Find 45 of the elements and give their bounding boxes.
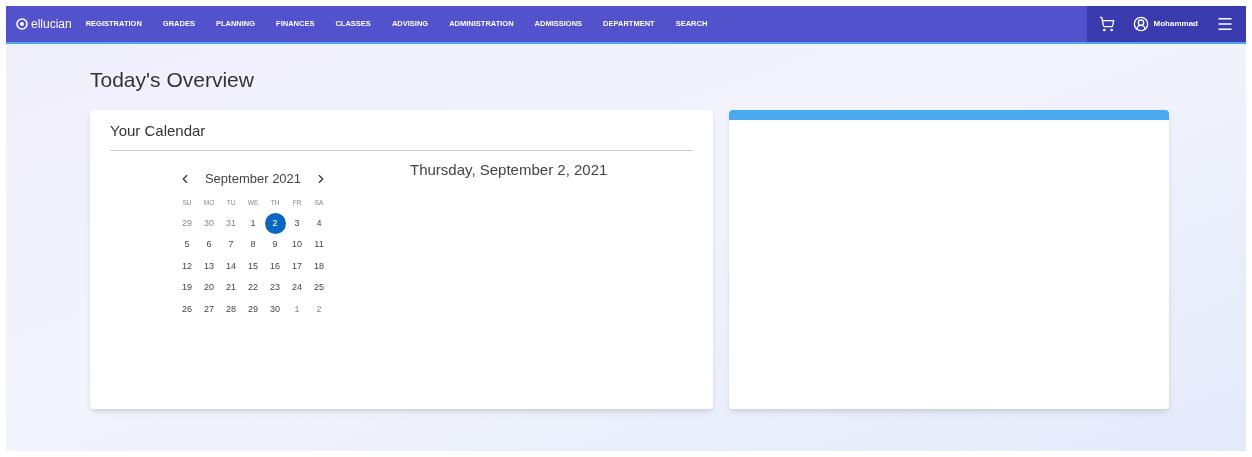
calendar-day[interactable]: 29 xyxy=(242,298,264,320)
calendar-day[interactable]: 30 xyxy=(198,212,220,234)
calendar-day[interactable]: 21 xyxy=(220,277,242,299)
calendar-day[interactable]: 13 xyxy=(198,255,220,277)
calendar-day[interactable]: 28 xyxy=(220,298,242,320)
calendar-day[interactable]: 10 xyxy=(286,234,308,256)
menu-icon[interactable] xyxy=(1216,15,1234,33)
calendar-day[interactable]: 15 xyxy=(242,255,264,277)
calendar-day[interactable]: 5 xyxy=(176,234,198,256)
cart-icon[interactable] xyxy=(1098,16,1115,32)
logo-icon xyxy=(16,18,28,30)
calendar-day[interactable]: 4 xyxy=(308,212,330,234)
calendar-day[interactable]: 19 xyxy=(176,277,198,299)
calendar-day[interactable]: 1 xyxy=(286,298,308,320)
calendar-day[interactable]: 29 xyxy=(176,212,198,234)
calendar-day[interactable]: 24 xyxy=(286,277,308,299)
calendar-day[interactable]: 17 xyxy=(286,255,308,277)
calendar-day[interactable]: 7 xyxy=(220,234,242,256)
calendar-day[interactable]: 8 xyxy=(242,234,264,256)
calendar-day[interactable]: 2 xyxy=(308,298,330,320)
calendar-day[interactable]: 31 xyxy=(220,212,242,234)
user-name[interactable]: Mohammad xyxy=(1153,18,1198,30)
calendar-day[interactable]: 27 xyxy=(198,298,220,320)
page-title: Today's Overview xyxy=(90,67,255,93)
logo-text[interactable]: ellucian xyxy=(31,15,72,33)
user-icon[interactable] xyxy=(1132,16,1149,32)
calendar-day[interactable]: 12 xyxy=(176,255,198,277)
calendar-day[interactable]: 2 xyxy=(264,212,286,234)
calendar-day[interactable]: 3 xyxy=(286,212,308,234)
calendar-day[interactable]: 14 xyxy=(220,255,242,277)
calendar-day[interactable]: 20 xyxy=(198,277,220,299)
card-title: Your Calendar xyxy=(110,119,693,151)
calendar-day[interactable]: 11 xyxy=(308,234,330,256)
calendar-day[interactable]: 22 xyxy=(242,277,264,299)
calendar-day[interactable]: 30 xyxy=(264,298,286,320)
calendar-day[interactable]: 25 xyxy=(308,277,330,299)
calendar-day[interactable]: 26 xyxy=(176,298,198,320)
calendar-day[interactable]: 23 xyxy=(264,277,286,299)
calendar-day[interactable]: 1 xyxy=(242,212,264,234)
calendar-day[interactable]: 6 xyxy=(198,234,220,256)
month-label: September 2021 xyxy=(204,170,302,188)
calendar-day[interactable]: 18 xyxy=(308,255,330,277)
calendar-day[interactable]: 9 xyxy=(264,234,286,256)
selected-date: Thursday, September 2, 2021 xyxy=(410,160,608,180)
calendar-day[interactable]: 16 xyxy=(264,255,286,277)
